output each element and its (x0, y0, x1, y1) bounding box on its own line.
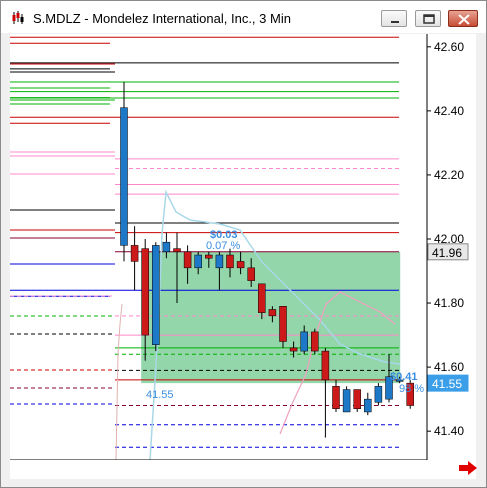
candle[interactable] (332, 386, 340, 410)
minimize-button[interactable] (381, 10, 407, 27)
candle[interactable] (300, 331, 308, 352)
candle[interactable] (279, 306, 287, 342)
red-right-arrow-icon[interactable] (457, 459, 479, 477)
measure-bottom-label: 41.55 (146, 389, 174, 401)
restore-icon (423, 14, 435, 24)
price-label: 41.96 (432, 246, 462, 260)
candle[interactable] (226, 254, 234, 269)
candle[interactable] (183, 251, 192, 269)
close-icon (458, 14, 470, 25)
candle[interactable] (162, 241, 171, 253)
measure-right-sublabel: 98 % (399, 383, 424, 395)
candle[interactable] (236, 261, 245, 269)
candle[interactable] (205, 254, 213, 259)
y-tick-label: 42.20 (434, 168, 464, 182)
measure-top-sublabel: 0.07 % (206, 240, 240, 252)
candle[interactable] (374, 386, 383, 403)
chart-window: S.MDLZ - Mondelez International, Inc., 3… (0, 0, 487, 488)
candlestick-chart-icon (11, 11, 25, 25)
price-label: 41.55 (432, 377, 462, 391)
restore-button[interactable] (415, 10, 441, 27)
measure-right-label: $0.41 (390, 371, 418, 383)
candle[interactable] (364, 398, 372, 413)
candle[interactable] (342, 389, 351, 413)
y-tick-label: 41.60 (434, 360, 464, 374)
time-axis (10, 460, 428, 479)
candle[interactable] (141, 248, 149, 336)
candle[interactable] (152, 245, 160, 345)
candle[interactable] (194, 254, 202, 269)
y-tick-label: 41.80 (434, 296, 464, 310)
title-bar[interactable]: S.MDLZ - Mondelez International, Inc., 3… (1, 1, 486, 33)
window-title: S.MDLZ - Mondelez International, Inc., 3… (33, 11, 291, 26)
y-tick-label: 42.60 (434, 40, 464, 54)
candle[interactable] (173, 248, 181, 253)
candle[interactable] (247, 267, 255, 281)
price-chart[interactable]: 42.6042.4042.2042.0041.8041.6041.4041.96… (10, 34, 476, 479)
candle[interactable] (311, 331, 319, 352)
candle[interactable] (258, 283, 266, 313)
minimize-icon (391, 21, 399, 23)
candle[interactable] (215, 254, 224, 269)
candle[interactable] (268, 309, 277, 317)
close-button[interactable] (448, 10, 478, 27)
candle[interactable] (353, 389, 361, 410)
candle[interactable] (130, 245, 139, 262)
candle[interactable] (120, 107, 128, 246)
candle[interactable] (289, 347, 298, 352)
y-tick-label: 42.40 (434, 104, 464, 118)
y-tick-label: 41.40 (434, 424, 464, 438)
candle[interactable] (321, 350, 330, 381)
